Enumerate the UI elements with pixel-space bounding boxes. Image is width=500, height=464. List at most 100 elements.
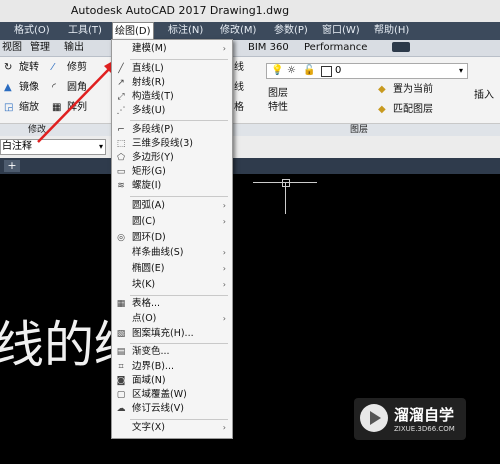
- lock-icon: 🔓: [303, 65, 316, 76]
- match-layer-icon: ◆: [378, 104, 386, 115]
- chevron-right-icon: ›: [222, 201, 226, 210]
- menu-item-point[interactable]: 点(O) ›: [112, 312, 232, 326]
- menu-parametric[interactable]: 参数(P): [272, 22, 310, 40]
- file-tabs: [0, 158, 500, 174]
- sun-icon: ☼: [287, 65, 296, 76]
- pline-icon: ⌐: [117, 125, 125, 135]
- menu-separator: [130, 120, 228, 121]
- menu-dimension[interactable]: 标注(N): [166, 22, 205, 40]
- xline-icon: ⤢: [117, 92, 125, 102]
- menu-item-polygon[interactable]: ⬠ 多边形(Y): [112, 151, 232, 165]
- layer-properties-label-2[interactable]: 特性: [268, 101, 288, 115]
- menu-item-rectangle[interactable]: ▭ 矩形(G): [112, 165, 232, 179]
- menu-item-block[interactable]: 块(K) ›: [112, 278, 232, 292]
- ribbon-toggle-button[interactable]: [392, 42, 410, 52]
- mline-icon: ⋰: [116, 106, 126, 116]
- menu-item-ray[interactable]: ↗ 射线(R): [112, 76, 232, 90]
- menu-item-spline[interactable]: 样条曲线(S) ›: [112, 246, 232, 260]
- line-icon: ╱: [118, 64, 124, 74]
- revcloud-icon: ☁: [116, 404, 126, 414]
- menu-item-3dpoly[interactable]: ⬚ 三维多段线(3): [112, 137, 232, 151]
- scale-icon: ◲: [4, 102, 14, 113]
- ribbon-partial-line-2: 线: [234, 82, 244, 93]
- tab-view[interactable]: 视图: [2, 40, 22, 56]
- crosshair-pickbox: [282, 179, 290, 187]
- menu-item-circle[interactable]: 圆(C) ›: [112, 215, 232, 229]
- menu-item-polyline[interactable]: ⌐ 多段线(P): [112, 123, 232, 137]
- menu-item-table[interactable]: ▦ 表格...: [112, 297, 232, 311]
- chevron-right-icon: ›: [222, 314, 226, 323]
- menu-separator: [130, 343, 228, 344]
- table-icon: ▦: [116, 299, 126, 309]
- chevron-right-icon: ›: [222, 217, 226, 226]
- new-tab-button[interactable]: +: [4, 160, 20, 172]
- wipeout-icon: ▢: [116, 390, 126, 400]
- menu-help[interactable]: 帮助(H): [372, 22, 411, 40]
- menu-item-boundary[interactable]: ⌗ 边界(B)...: [112, 360, 232, 374]
- tab-performance[interactable]: Performance: [304, 40, 367, 56]
- menu-window[interactable]: 窗口(W): [320, 22, 362, 40]
- play-logo-icon: [360, 404, 388, 432]
- insert-button[interactable]: 插入: [474, 89, 494, 103]
- tab-bim360[interactable]: BIM 360: [248, 40, 289, 56]
- color-swatch: [321, 66, 332, 77]
- menu-separator: [130, 295, 228, 296]
- ray-icon: ↗: [117, 78, 125, 88]
- menu-item-wipeout[interactable]: ▢ 区域覆盖(W): [112, 388, 232, 402]
- annotation-value: 白注释: [2, 141, 32, 152]
- menu-item-mline[interactable]: ⋰ 多线(U): [112, 104, 232, 118]
- set-current-icon: ◆: [378, 84, 386, 95]
- menu-item-hatch[interactable]: ▧ 图案填充(H)...: [112, 327, 232, 341]
- hatch-icon: ▧: [116, 329, 126, 339]
- menu-item-donut[interactable]: ◎ 圆环(D): [112, 231, 232, 245]
- menu-item-xline[interactable]: ⤢ 构造线(T): [112, 90, 232, 104]
- panel-layer-label[interactable]: 图层: [350, 124, 368, 136]
- menu-separator: [130, 419, 228, 420]
- menu-item-region[interactable]: ◙ 面域(N): [112, 374, 232, 388]
- layer-properties-label-1[interactable]: 图层: [268, 87, 288, 101]
- chevron-right-icon: ›: [222, 280, 226, 289]
- chevron-right-icon: ›: [222, 248, 226, 257]
- menu-item-helix[interactable]: ≋ 螺旋(I): [112, 179, 232, 193]
- watermark: 溜溜自学 ZIXUE.3D66.COM: [354, 398, 466, 440]
- chevron-right-icon: ›: [222, 44, 226, 53]
- helix-icon: ≋: [117, 181, 125, 191]
- region-icon: ◙: [116, 376, 126, 386]
- ribbon-partial-grid: 格: [234, 102, 244, 113]
- layer-name: 0: [335, 65, 342, 76]
- menu-item-revcloud[interactable]: ☁ 修订云线(V): [112, 402, 232, 416]
- menu-item-gradient[interactable]: ▤ 渐变色...: [112, 345, 232, 359]
- menu-item-line[interactable]: ╱ 直线(L): [112, 62, 232, 76]
- donut-icon: ◎: [117, 233, 125, 243]
- match-layer-button[interactable]: ◆ 匹配图层: [378, 103, 433, 117]
- menu-item-text[interactable]: 文字(X) ›: [112, 421, 232, 435]
- chevron-right-icon: ›: [222, 423, 226, 432]
- watermark-title: 溜溜自学: [394, 406, 455, 424]
- menu-separator: [130, 59, 228, 60]
- gradient-icon: ▤: [116, 347, 126, 357]
- ribbon-partial-line: 线: [234, 62, 244, 73]
- menu-separator: [130, 196, 228, 197]
- rotate-icon: ↻: [4, 62, 13, 73]
- mirror-icon: ▲: [4, 82, 12, 93]
- 3dpoly-icon: ⬚: [116, 139, 126, 149]
- boundary-icon: ⌗: [118, 362, 124, 372]
- menu-modify[interactable]: 修改(M): [218, 22, 258, 40]
- set-current-button[interactable]: ◆ 置为当前: [378, 83, 433, 97]
- menu-item-arc[interactable]: 圆弧(A) ›: [112, 199, 232, 213]
- layer-dropdown[interactable]: 💡 ☼ 🔓 0 ▾: [266, 63, 468, 79]
- window-title: Autodesk AutoCAD 2017 Drawing1.dwg: [70, 4, 290, 17]
- menu-format[interactable]: 格式(O): [12, 22, 52, 40]
- title-bar: Autodesk AutoCAD 2017 Drawing1.dwg: [0, 0, 500, 23]
- chevron-down-icon: ▾: [458, 66, 463, 75]
- polygon-icon: ⬠: [117, 153, 125, 163]
- menu-item-ellipse[interactable]: 椭圆(E) ›: [112, 262, 232, 276]
- chevron-right-icon: ›: [222, 264, 226, 273]
- menu-tools[interactable]: 工具(T): [66, 22, 104, 40]
- menu-item-modeling[interactable]: 建模(M) ›: [112, 42, 232, 56]
- menu-draw[interactable]: 绘图(D): [112, 22, 154, 40]
- rectangle-icon: ▭: [116, 167, 126, 177]
- watermark-url: ZIXUE.3D66.COM: [394, 425, 455, 433]
- draw-menu: 建模(M) › ╱ 直线(L) ↗ 射线(R) ⤢ 构造线(T) ⋰ 多线(U) ⌐ 多段线…: [111, 39, 233, 439]
- menu-bar: 格式(O) 工具(T) 绘图(D) 标注(N) 修改(M) 参数(P) 窗口(W…: [0, 22, 500, 40]
